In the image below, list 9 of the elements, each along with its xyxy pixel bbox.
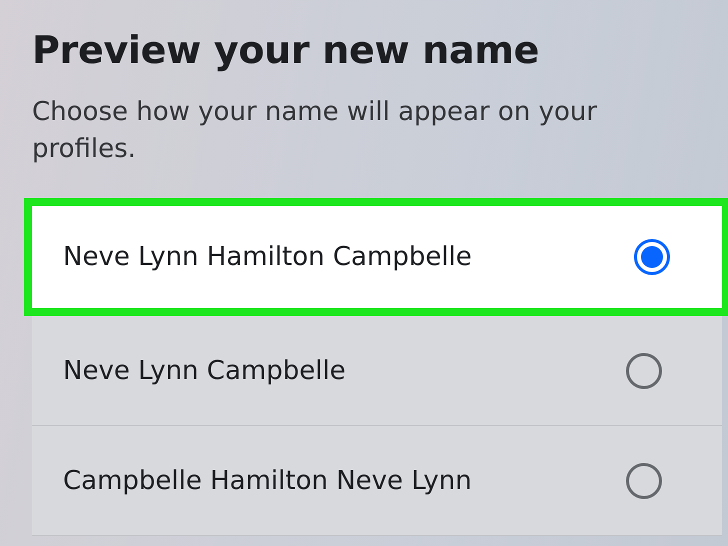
page-title: Preview your new name	[32, 28, 540, 72]
option-label: Campbelle Hamilton Neve Lynn	[63, 466, 472, 496]
option-label: Neve Lynn Campbelle	[63, 356, 346, 386]
name-option[interactable]: Neve Lynn Hamilton Campbelle	[24, 198, 728, 316]
radio-button[interactable]	[626, 352, 662, 388]
radio-button[interactable]	[634, 239, 670, 275]
description-text: Choose how your name will appear on your profiles.	[32, 96, 598, 166]
radio-button[interactable]	[626, 462, 662, 498]
option-label: Neve Lynn Hamilton Campbelle	[63, 242, 472, 272]
